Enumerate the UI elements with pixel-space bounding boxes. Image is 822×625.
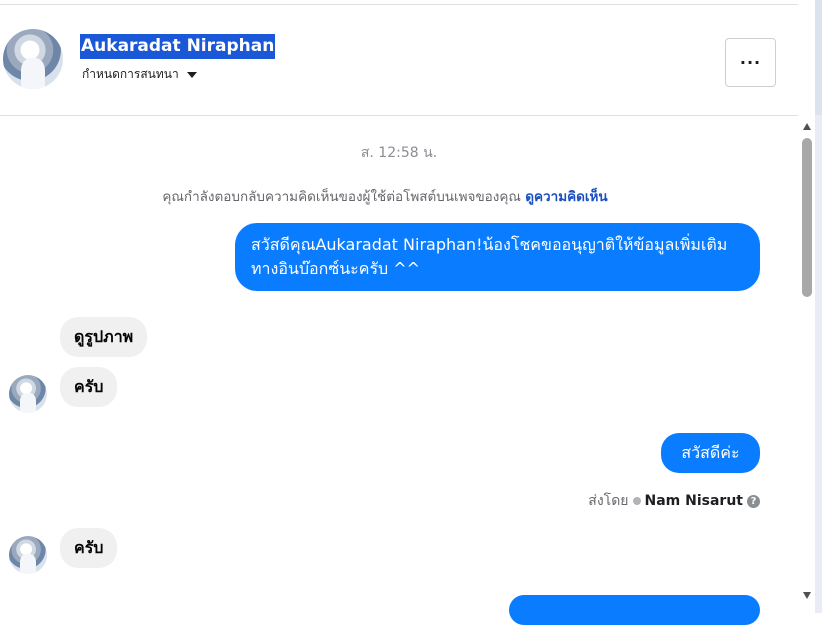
sent-by-icon [632,497,641,505]
sent-by-row: ส่งโดย Nam Nisarut ? [588,490,760,512]
caret-down-icon [186,71,197,78]
message-bubble-outgoing-partial[interactable] [509,595,760,625]
scroll-up-icon[interactable] [803,123,811,130]
message-bubble-outgoing[interactable]: สวัสดีค่ะ [661,433,760,473]
scroll-down-icon[interactable] [803,592,811,599]
contact-avatar-small[interactable] [9,375,47,413]
conversation-settings-label: กำหนดการสนทนา [82,67,179,81]
message-bubble-outgoing[interactable]: สวัสดีคุณAukaradat Niraphan!น้องโชคขออนุ… [235,223,760,291]
contact-avatar[interactable] [3,29,63,89]
message-bubble-incoming[interactable]: ครับ [60,367,118,407]
view-comment-link[interactable]: ดูความคิดเห็น [525,189,607,205]
window-edge-top [815,0,822,115]
contact-name[interactable]: Aukaradat Niraphan [80,34,276,59]
help-icon[interactable]: ? [747,494,760,508]
reply-context-notice: คุณกำลังตอบกลับความคิดเห็นของผู้ใช้ต่อโพ… [0,185,770,207]
conversation-settings-dropdown[interactable]: กำหนดการสนทนา [82,65,197,84]
contact-avatar-small[interactable] [9,536,47,574]
message-bubble-incoming[interactable]: ดูรูปภาพ [60,317,148,357]
conversation-header: Aukaradat Niraphan กำหนดการสนทนา ··· [0,5,798,116]
message-bubble-incoming[interactable]: ครับ [60,528,118,568]
more-icon: ··· [739,53,762,72]
scrollbar-thumb[interactable] [802,138,812,297]
sent-by-label: ส่งโดย [588,493,629,509]
more-options-button[interactable]: ··· [725,38,776,87]
message-timestamp: ส. 12:58 น. [360,145,438,161]
sent-by-name: Nam Nisarut [644,493,744,509]
notice-text: คุณกำลังตอบกลับความคิดเห็นของผู้ใช้ต่อโพ… [162,189,521,205]
